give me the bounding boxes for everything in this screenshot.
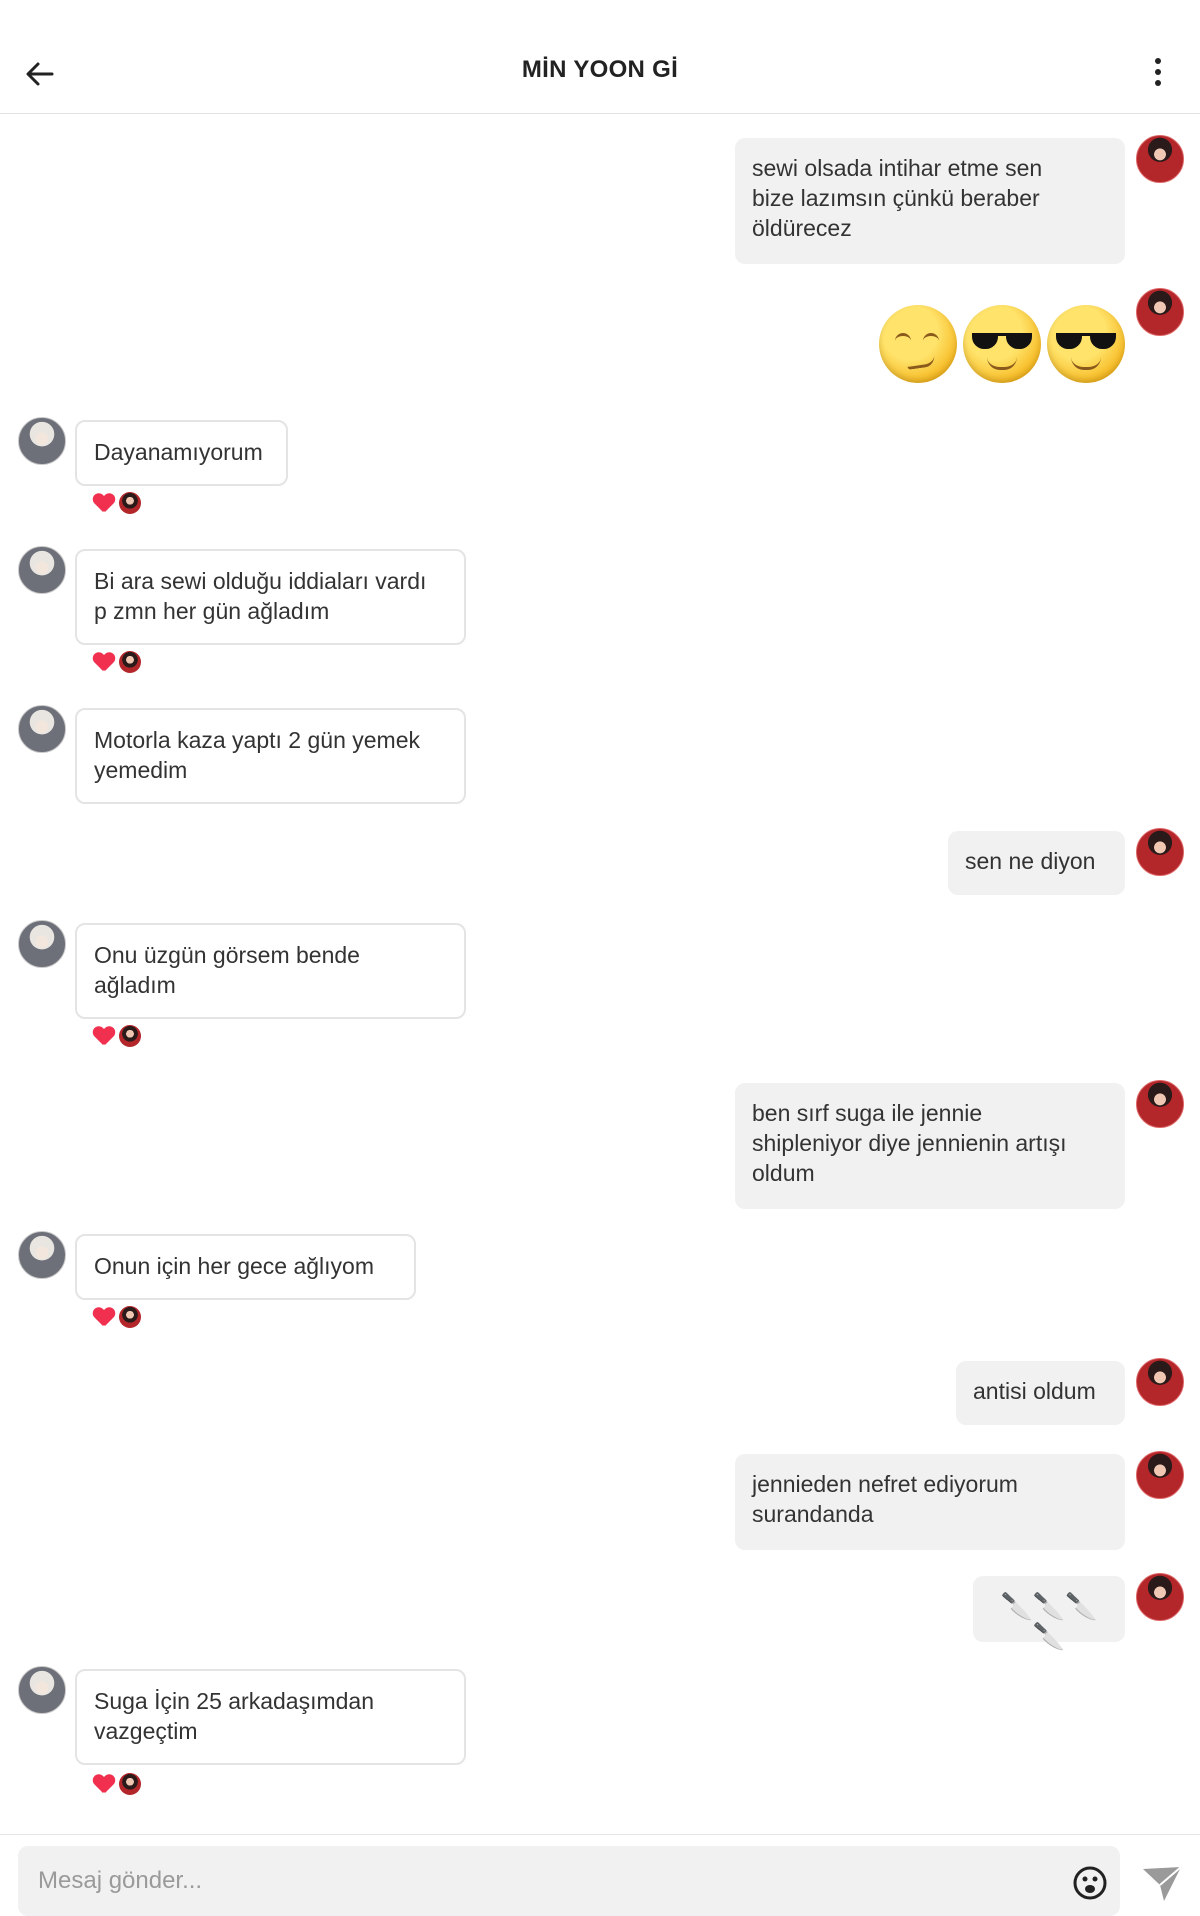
chat-title: MİN YOON Gİ [521, 56, 679, 83]
outgoing-message[interactable]: ben sırf suga ile jennie shipleniyor diy… [735, 1083, 1125, 1209]
incoming-message[interactable]: Onun için her gece ağlıyom [75, 1234, 416, 1300]
reactor-avatar [119, 1773, 141, 1795]
smirk-emoji-icon [879, 305, 957, 383]
reactor-avatar [119, 651, 141, 673]
emoji-button[interactable] [1073, 1866, 1107, 1900]
smiley-icon [1073, 1866, 1107, 1900]
incoming-message[interactable]: Onu üzgün görsem bende ağladım [75, 923, 466, 1019]
send-button[interactable] [1140, 1861, 1184, 1905]
my-avatar[interactable] [1136, 288, 1184, 336]
my-avatar[interactable] [1136, 135, 1184, 183]
incoming-message[interactable]: Dayanamıyorum [75, 420, 288, 486]
heart-icon [93, 1306, 115, 1328]
outgoing-message[interactable]: jennieden nefret ediyorum surandanda [735, 1454, 1125, 1550]
heart-icon [93, 1025, 115, 1047]
heart-reaction[interactable] [93, 1771, 141, 1797]
my-avatar[interactable] [1136, 1358, 1184, 1406]
heart-icon [93, 651, 115, 673]
incoming-message[interactable]: Motorla kaza yaptı 2 gün yemek yemedim [75, 708, 466, 804]
paper-plane-icon [1143, 1866, 1182, 1901]
my-avatar[interactable] [1136, 1573, 1184, 1621]
incoming-message[interactable]: Suga İçin 25 arkadaşımdan vazgeçtim [75, 1669, 466, 1765]
reactor-avatar [119, 1306, 141, 1328]
heart-icon [93, 492, 115, 514]
message-input[interactable] [18, 1846, 1120, 1916]
more-options-button[interactable] [1146, 58, 1170, 94]
outgoing-message[interactable]: sewi olsada intihar etme sen bize lazıms… [735, 138, 1125, 264]
heart-reaction[interactable] [93, 490, 141, 516]
contact-avatar[interactable] [18, 1231, 66, 1279]
heart-reaction[interactable] [93, 1304, 141, 1330]
message-composer [0, 1834, 1200, 1916]
outgoing-message[interactable]: antisi oldum [956, 1361, 1125, 1425]
contact-avatar[interactable] [18, 1666, 66, 1714]
reactor-avatar [119, 492, 141, 514]
contact-avatar[interactable] [18, 417, 66, 465]
sunglasses-emoji-icon [1047, 305, 1125, 383]
sunglasses-emoji-icon [963, 305, 1041, 383]
chat-header: MİN YOON Gİ [0, 0, 1200, 114]
emoji-message[interactable] [879, 305, 1125, 383]
knife-emoji-message[interactable]: 🔪🔪🔪🔪 [973, 1576, 1125, 1651]
contact-avatar[interactable] [18, 920, 66, 968]
my-avatar[interactable] [1136, 828, 1184, 876]
my-avatar[interactable] [1136, 1080, 1184, 1128]
heart-icon [93, 1773, 115, 1795]
incoming-message[interactable]: Bi ara sewi olduğu iddiaları vardı p zmn… [75, 549, 466, 645]
heart-reaction[interactable] [93, 1023, 141, 1049]
heart-reaction[interactable] [93, 649, 141, 675]
outgoing-message[interactable]: sen ne diyon [948, 831, 1125, 895]
contact-avatar[interactable] [18, 705, 66, 753]
reactor-avatar [119, 1025, 141, 1047]
contact-avatar[interactable] [18, 546, 66, 594]
my-avatar[interactable] [1136, 1451, 1184, 1499]
vertical-dots-icon [1155, 58, 1161, 64]
